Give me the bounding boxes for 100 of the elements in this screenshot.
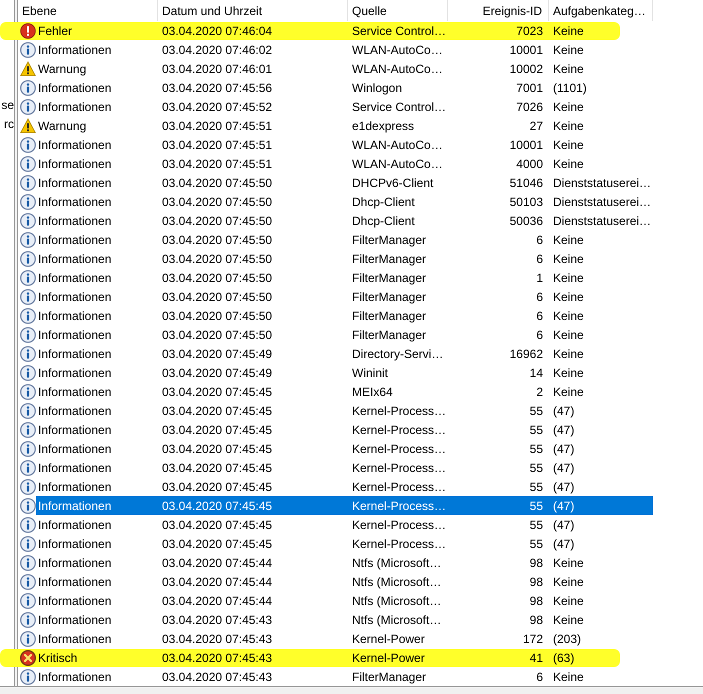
level-label: Informationen: [38, 156, 112, 172]
level-label: Informationen: [38, 326, 112, 344]
table-row[interactable]: Informationen 03.04.2020 07:45:50 Dhcp-Client 50103 Dienststatuserei…: [18, 192, 703, 211]
info-icon: [20, 308, 36, 324]
table-cell-text: WLAN-AutoCo…: [351, 136, 444, 154]
table-cell-text: FilterManager: [351, 326, 428, 344]
table-row[interactable]: Warnung 03.04.2020 07:46:01 WLAN-AutoCo… 10002 Keine: [18, 59, 703, 78]
info-icon: [20, 402, 36, 418]
info-icon: [20, 174, 36, 190]
table-cell-text: Keine: [552, 326, 585, 344]
table-cell-text: Keine: [552, 346, 585, 362]
table-cell-text: 03.04.2020 07:45:56: [161, 80, 274, 96]
table-row[interactable]: Informationen 03.04.2020 07:45:43 FilterManager 6 Keine: [18, 667, 703, 686]
info-icon: [20, 326, 36, 342]
table-cell-text: (47): [552, 516, 576, 534]
table-cell-text: 6: [535, 250, 544, 268]
table-row[interactable]: Informationen 03.04.2020 07:45:43 Ntfs (Microsoft… 98 Keine: [18, 610, 703, 629]
table-cell-text: 03.04.2020 07:45:43: [161, 612, 274, 628]
info-icon: [20, 80, 36, 96]
table-cell-text: 55: [528, 460, 544, 476]
table-row[interactable]: Informationen 03.04.2020 07:45:50 Dhcp-Client 50036 Dienststatuserei…: [18, 211, 703, 230]
table-cell-text: Keine: [552, 364, 585, 382]
table-row[interactable]: Informationen 03.04.2020 07:45:49 Wininit 14 Keine: [18, 363, 703, 382]
table-cell-text: 03.04.2020 07:45:45: [161, 384, 274, 400]
table-cell-text: (47): [552, 460, 576, 476]
panel-label: se: [1, 97, 14, 113]
info-icon: [20, 630, 36, 646]
column-header[interactable]: Ereignis-ID: [448, 0, 549, 21]
table-cell-text: Keine: [552, 42, 585, 58]
column-header[interactable]: Datum und Uhrzeit: [158, 0, 348, 21]
table-row[interactable]: Kritisch 03.04.2020 07:45:43 Kernel-Power 41 (63): [18, 648, 703, 667]
info-icon: [20, 668, 36, 684]
table-cell-text: Kernel-Process…: [351, 460, 448, 476]
column-header[interactable]: Quelle: [348, 0, 448, 21]
table-cell-text: 03.04.2020 07:45:43: [161, 668, 274, 686]
table-cell-text: Dhcp-Client: [351, 194, 416, 210]
table-cell-text: 10001: [508, 136, 544, 154]
table-cell-text: Keine: [552, 592, 585, 610]
table-cell-text: Ntfs (Microsoft…: [351, 574, 442, 590]
column-header[interactable]: Aufgabenkateg…: [549, 0, 653, 21]
column-header[interactable]: Ebene: [18, 0, 158, 21]
table-cell-text: 7001: [515, 80, 544, 96]
table-cell-text: 03.04.2020 07:45:43: [161, 650, 274, 666]
table-row[interactable]: Informationen 03.04.2020 07:45:51 WLAN-AutoCo… 10001 Keine: [18, 135, 703, 154]
table-row[interactable]: Informationen 03.04.2020 07:45:44 Ntfs (Microsoft… 98 Keine: [18, 553, 703, 572]
table-row[interactable]: Informationen 03.04.2020 07:45:56 Winlogon 7001 (1101): [18, 78, 703, 97]
table-cell-text: Keine: [552, 668, 585, 686]
table-cell-text: Dienststatuserei…: [552, 212, 652, 230]
table-row[interactable]: Informationen 03.04.2020 07:45:50 FilterManager 6 Keine: [18, 306, 703, 325]
table-row[interactable]: Informationen 03.04.2020 07:45:51 WLAN-AutoCo… 4000 Keine: [18, 154, 703, 173]
table-cell-text: Ntfs (Microsoft…: [351, 592, 442, 610]
table-cell-text: Kernel-Process…: [351, 402, 448, 420]
table-row[interactable]: Informationen 03.04.2020 07:45:50 DHCPv6-Client 51046 Dienststatuserei…: [18, 173, 703, 192]
table-cell-text: (47): [552, 440, 576, 458]
level-label: Informationen: [38, 574, 112, 590]
table-cell-text: 2: [535, 384, 544, 400]
table-row[interactable]: Informationen 03.04.2020 07:45:45 Kernel-Process… 55 (47): [18, 534, 703, 553]
table-cell-text: FilterManager: [351, 668, 428, 686]
table-cell-text: 03.04.2020 07:46:04: [161, 22, 274, 40]
table-cell-text: 172: [522, 630, 544, 648]
table-cell-text: WLAN-AutoCo…: [351, 42, 444, 58]
level-label: Informationen: [38, 136, 112, 154]
table-cell-text: Keine: [552, 118, 585, 134]
table-cell-text: 98: [528, 592, 544, 610]
table-row[interactable]: Informationen 03.04.2020 07:45:44 Ntfs (Microsoft… 98 Keine: [18, 572, 703, 591]
info-icon: [20, 42, 36, 58]
table-cell-text: Keine: [552, 98, 585, 116]
table-cell-text: 03.04.2020 07:45:51: [161, 136, 274, 154]
table-row[interactable]: Informationen 03.04.2020 07:45:45 MEIx64 2 Keine: [18, 382, 703, 401]
table-row[interactable]: Informationen 03.04.2020 07:45:45 Kernel-Process… 55 (47): [18, 458, 703, 477]
table-cell-text: (47): [552, 478, 576, 496]
table-row[interactable]: Informationen 03.04.2020 07:45:45 Kernel-Process… 55 (47): [18, 401, 703, 420]
table-row[interactable]: Informationen 03.04.2020 07:45:50 FilterManager 6 Keine: [18, 325, 703, 344]
table-row[interactable]: Warnung 03.04.2020 07:45:51 e1dexpress 27 Keine: [18, 116, 703, 135]
info-icon: [20, 516, 36, 532]
table-row[interactable]: Informationen 03.04.2020 07:45:45 Kernel-Process… 55 (47): [18, 515, 703, 534]
table-row[interactable]: Informationen 03.04.2020 07:45:44 Ntfs (Microsoft… 98 Keine: [18, 591, 703, 610]
table-cell-text: Kernel-Process…: [351, 478, 448, 496]
table-row[interactable]: Informationen 03.04.2020 07:45:49 Directory-Servi… 16962 Keine: [18, 344, 703, 363]
table-cell-text: Kernel-Process…: [351, 516, 448, 534]
table-row[interactable]: Informationen 03.04.2020 07:45:43 Kernel-Power 172 (203): [18, 629, 703, 648]
table-cell-text: 03.04.2020 07:45:50: [161, 308, 274, 324]
table-row[interactable]: Informationen 03.04.2020 07:45:50 FilterManager 6 Keine: [18, 230, 703, 249]
table-cell-text: (47): [552, 422, 576, 438]
table-cell-text: 03.04.2020 07:45:45: [161, 422, 274, 438]
table-row[interactable]: Informationen 03.04.2020 07:45:50 FilterManager 6 Keine: [18, 249, 703, 268]
table-row[interactable]: Informationen 03.04.2020 07:45:45 Kernel-Process… 55 (47): [18, 439, 703, 458]
table-row[interactable]: Informationen 03.04.2020 07:45:45 Kernel-Process… 55 (47): [18, 477, 703, 496]
table-cell-text: 10002: [508, 60, 544, 78]
table-row[interactable]: Informationen 03.04.2020 07:45:50 FilterManager 1 Keine: [18, 268, 703, 287]
table-row[interactable]: Informationen 03.04.2020 07:46:02 WLAN-AutoCo… 10001 Keine: [18, 40, 703, 59]
info-icon: [20, 612, 36, 628]
info-icon: [20, 346, 36, 362]
table-row[interactable]: Informationen 03.04.2020 07:45:52 Service Control… 7026 Keine: [18, 97, 703, 116]
table-cell-text: Keine: [552, 288, 585, 306]
table-row[interactable]: Informationen 03.04.2020 07:45:45 Kernel-Process… 55 (47): [18, 420, 703, 439]
table-cell-text: MEIx64: [351, 384, 394, 400]
table-row[interactable]: Fehler 03.04.2020 07:46:04 Service Control… 7023 Keine: [18, 21, 703, 40]
info-icon: [20, 592, 36, 608]
table-row[interactable]: Informationen 03.04.2020 07:45:50 FilterManager 6 Keine: [18, 287, 703, 306]
